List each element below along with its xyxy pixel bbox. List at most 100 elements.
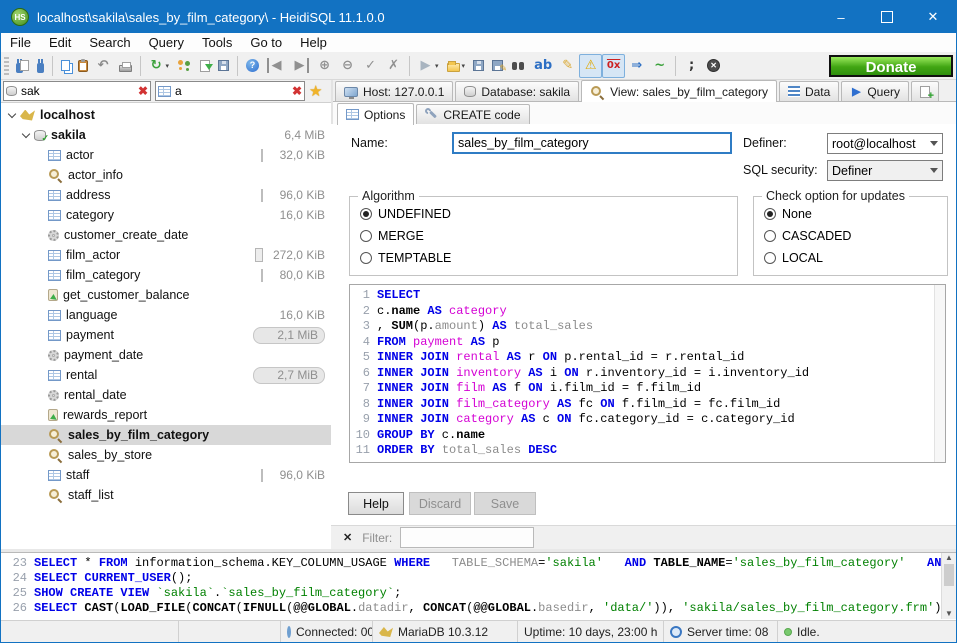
tree-item-actor[interactable]: actor32,0 KiB bbox=[1, 145, 331, 165]
log-scrollbar[interactable]: ▲▼ bbox=[941, 553, 956, 619]
help-button[interactable] bbox=[242, 54, 263, 78]
subtab-create-code[interactable]: CREATE code bbox=[416, 104, 529, 124]
clear-filter-icon[interactable]: ✖ bbox=[292, 85, 302, 97]
maximize-button[interactable] bbox=[864, 1, 910, 33]
menu-search[interactable]: Search bbox=[80, 33, 139, 52]
open-sql-file-button[interactable]: ▾ bbox=[443, 54, 470, 78]
undo-button[interactable]: ↶ bbox=[92, 54, 115, 78]
dropdown-caret-icon[interactable]: ▾ bbox=[462, 62, 466, 70]
save-button[interactable]: Save bbox=[474, 492, 536, 515]
user-manager-button[interactable] bbox=[173, 54, 196, 78]
tree-item-get-customer-balance[interactable]: get_customer_balance bbox=[1, 285, 331, 305]
tree-item-rewards-report[interactable]: rewards_report bbox=[1, 405, 331, 425]
close-button[interactable]: ✕ bbox=[910, 1, 956, 33]
tab-host-127-0-0-1[interactable]: Host: 127.0.0.1 bbox=[335, 81, 453, 101]
check-option-radio-cascaded[interactable]: CASCADED bbox=[754, 225, 947, 247]
paste-button[interactable] bbox=[74, 54, 92, 78]
delimiter-button[interactable]: ; bbox=[680, 54, 703, 78]
cancel-editing-button[interactable]: ✗ bbox=[382, 54, 405, 78]
tab-database-sakila[interactable]: Database: sakila bbox=[455, 81, 579, 101]
menu-query[interactable]: Query bbox=[140, 33, 193, 52]
print-button[interactable] bbox=[115, 54, 136, 78]
tree-item-rental-date[interactable]: rental_date bbox=[1, 385, 331, 405]
tree-item-category[interactable]: category16,0 KiB bbox=[1, 205, 331, 225]
save-snapshot-button[interactable] bbox=[214, 54, 233, 78]
delete-record-button[interactable]: ⊖ bbox=[336, 54, 359, 78]
beautify-sql-button[interactable]: ✎ bbox=[556, 54, 579, 78]
export-database-button[interactable] bbox=[196, 54, 214, 78]
minimize-button[interactable]: – bbox=[818, 1, 864, 33]
tab-query[interactable]: ▶Query bbox=[841, 81, 909, 101]
tree-item-rental[interactable]: rental2,7 MiB bbox=[1, 365, 331, 385]
tree-item-payment[interactable]: payment2,1 MiB bbox=[1, 325, 331, 345]
disconnect-button[interactable] bbox=[33, 54, 48, 78]
menu-help[interactable]: Help bbox=[291, 33, 336, 52]
post-changes-button[interactable]: ✓ bbox=[359, 54, 382, 78]
copy-button[interactable] bbox=[57, 54, 74, 78]
menu-file[interactable]: File bbox=[1, 33, 40, 52]
dropdown-caret-icon[interactable]: ▾ bbox=[435, 62, 439, 70]
tree-item-sales-by-store[interactable]: sales_by_store bbox=[1, 445, 331, 465]
tree-item-payment-date[interactable]: payment_date bbox=[1, 345, 331, 365]
tab-view-sales-by-film-category[interactable]: View: sales_by_film_category bbox=[581, 80, 777, 102]
collapse-chevron-icon[interactable] bbox=[7, 108, 20, 122]
highlight-errors-button[interactable]: ⚠ bbox=[579, 54, 602, 78]
table-filter-input[interactable] bbox=[19, 83, 136, 99]
menu-tools[interactable]: Tools bbox=[193, 33, 241, 52]
reformat-button[interactable]: ~ bbox=[648, 54, 671, 78]
view-name-input[interactable] bbox=[453, 133, 731, 153]
find-text-button[interactable] bbox=[507, 54, 530, 78]
discard-button[interactable]: Discard bbox=[409, 492, 471, 515]
help-button[interactable]: Help bbox=[348, 492, 404, 515]
tree-item-actor-info[interactable]: actor_info bbox=[1, 165, 331, 185]
save-sql-button[interactable] bbox=[469, 54, 488, 78]
subtab-options[interactable]: Options bbox=[337, 103, 414, 125]
tree-item-staff-list[interactable]: staff_list bbox=[1, 485, 331, 505]
tree-item-sakila[interactable]: sakila6,4 MiB bbox=[1, 125, 331, 145]
session-manager-button[interactable]: ▾ bbox=[12, 54, 33, 78]
algorithm-radio-merge[interactable]: MERGE bbox=[350, 225, 737, 247]
donate-button[interactable]: Donate bbox=[829, 55, 953, 77]
go-last-button[interactable]: ▶ bbox=[288, 54, 313, 78]
favorites-star-icon[interactable]: ★ bbox=[309, 82, 322, 100]
tree-item-address[interactable]: address96,0 KiB bbox=[1, 185, 331, 205]
stop-on-errors-button[interactable]: 0x bbox=[602, 54, 625, 78]
run-query-button[interactable]: ▶▾ bbox=[414, 54, 443, 78]
tree-item-customer-create-date[interactable]: customer_create_date bbox=[1, 225, 331, 245]
add-record-button[interactable]: ⊕ bbox=[313, 54, 336, 78]
sql-security-combo[interactable]: Definer bbox=[827, 160, 943, 181]
definer-combo[interactable]: root@localhost bbox=[827, 133, 943, 154]
tab-data[interactable]: Data bbox=[779, 81, 839, 101]
go-first-button[interactable]: ◀ bbox=[263, 54, 288, 78]
next-statement-button[interactable]: ⇒ bbox=[625, 54, 648, 78]
menu-go-to[interactable]: Go to bbox=[241, 33, 291, 52]
algorithm-radio-temptable[interactable]: TEMPTABLE bbox=[350, 247, 737, 269]
collapse-chevron-icon[interactable] bbox=[21, 128, 34, 142]
tree-item-film-actor[interactable]: film_actor272,0 KiB bbox=[1, 245, 331, 265]
close-filter-icon[interactable]: ✕ bbox=[343, 531, 352, 544]
replace-text-button[interactable]: ab bbox=[530, 54, 556, 78]
save-sql-as-button[interactable] bbox=[488, 54, 507, 78]
cancel-query-button[interactable] bbox=[703, 54, 724, 78]
clear-filter-icon[interactable]: ✖ bbox=[138, 85, 148, 97]
view-select-code-editor[interactable]: 1SELECT2c.name AS category3, SUM(p.amoun… bbox=[349, 284, 946, 463]
column-filter-input[interactable] bbox=[173, 83, 290, 99]
check-option-radio-none[interactable]: None bbox=[754, 203, 947, 225]
tree-item-sales-by-film-category[interactable]: sales_by_film_category bbox=[1, 425, 331, 445]
help-icon bbox=[246, 59, 259, 72]
editor-scrollbar[interactable] bbox=[934, 285, 945, 462]
tree-item-localhost[interactable]: localhost bbox=[1, 105, 331, 125]
tree-item-language[interactable]: language16,0 KiB bbox=[1, 305, 331, 325]
refresh-button[interactable]: ↻▾ bbox=[145, 54, 174, 78]
check-option-radio-local[interactable]: LOCAL bbox=[754, 247, 947, 269]
tree-item-staff[interactable]: staff96,0 KiB bbox=[1, 465, 331, 485]
sql-log-panel[interactable]: 23SELECT * FROM information_schema.KEY_C… bbox=[1, 552, 956, 620]
algorithm-radio-undefined[interactable]: UNDEFINED bbox=[350, 203, 737, 225]
tab-new-query[interactable] bbox=[911, 81, 939, 101]
filter-input[interactable] bbox=[400, 527, 534, 548]
menu-edit[interactable]: Edit bbox=[40, 33, 80, 52]
tree-item-film-category[interactable]: film_category80,0 KiB bbox=[1, 265, 331, 285]
dropdown-caret-icon[interactable]: ▾ bbox=[166, 62, 170, 70]
run-query-icon: ▶ bbox=[418, 58, 433, 73]
scrollbar-thumb[interactable] bbox=[944, 564, 954, 586]
